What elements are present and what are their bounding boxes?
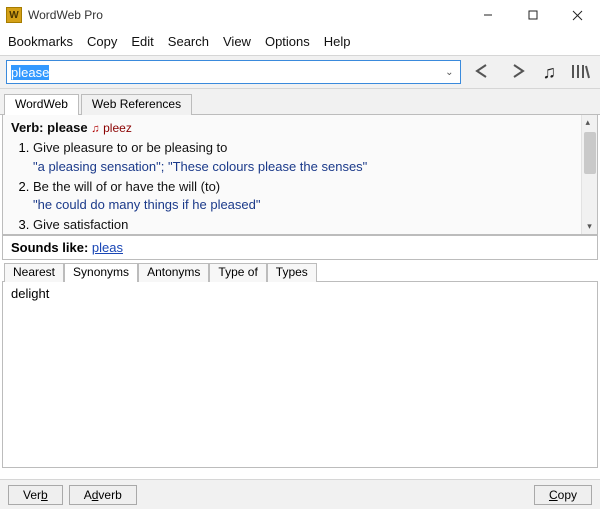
definition-item: Give pleasure to or be pleasing to "a pl…	[33, 139, 589, 175]
tab-synonyms[interactable]: Synonyms	[64, 263, 138, 282]
scroll-down-arrow[interactable]: ▾	[585, 219, 594, 234]
definition-pane: Verb: please ♫ pleez Give pleasure to or…	[2, 115, 598, 235]
audio-icon[interactable]: ♫	[543, 62, 557, 83]
menu-help[interactable]: Help	[324, 34, 351, 49]
menu-bookmarks[interactable]: Bookmarks	[8, 34, 73, 49]
definition-text: Give satisfaction	[33, 217, 128, 232]
tab-wordweb[interactable]: WordWeb	[4, 94, 79, 115]
menu-view[interactable]: View	[223, 34, 251, 49]
maximize-button[interactable]	[510, 0, 555, 30]
library-icon[interactable]	[570, 62, 590, 83]
definition-content: Verb: please ♫ pleez Give pleasure to or…	[3, 115, 597, 235]
definition-item: Give satisfaction "The waiters around he…	[33, 216, 589, 235]
close-button[interactable]	[555, 0, 600, 30]
menu-edit[interactable]: Edit	[131, 34, 153, 49]
menu-options[interactable]: Options	[265, 34, 310, 49]
bottom-bar: Verb Adverb Copy	[0, 479, 600, 509]
related-pane: delight	[2, 282, 598, 468]
definition-list: Give pleasure to or be pleasing to "a pl…	[33, 139, 589, 235]
menu-search[interactable]: Search	[168, 34, 209, 49]
pos-label: Verb:	[11, 120, 44, 135]
toolbar: ⌄ ♫	[0, 55, 600, 89]
nav-icons: ♫	[471, 62, 595, 83]
search-input[interactable]	[7, 63, 439, 82]
window-title: WordWeb Pro	[28, 8, 465, 22]
upper-tabs: WordWeb Web References	[0, 89, 600, 115]
forward-button[interactable]	[507, 62, 529, 83]
minimize-button[interactable]	[465, 0, 510, 30]
scroll-thumb[interactable]	[584, 132, 596, 174]
tab-types[interactable]: Types	[267, 263, 317, 282]
tab-nearest[interactable]: Nearest	[4, 263, 64, 282]
pronunciation-icon[interactable]: ♫	[91, 123, 99, 135]
tab-antonyms[interactable]: Antonyms	[138, 263, 209, 282]
verb-button[interactable]: Verb	[8, 485, 63, 505]
tab-type-of[interactable]: Type of	[209, 263, 266, 282]
copy-button[interactable]: Copy	[534, 485, 592, 505]
headword: please	[47, 120, 87, 135]
titlebar: W WordWeb Pro	[0, 0, 600, 30]
search-field-wrap: ⌄	[6, 60, 461, 84]
menu-copy[interactable]: Copy	[87, 34, 117, 49]
search-dropdown-arrow[interactable]: ⌄	[439, 67, 459, 78]
definition-item: Be the will of or have the will (to) "he…	[33, 178, 589, 214]
app-icon: W	[6, 7, 22, 23]
example-text: "a pleasing sensation"	[33, 159, 161, 174]
example-text: "These colours please the senses"	[168, 159, 367, 174]
adverb-button[interactable]: Adverb	[69, 485, 137, 505]
example-text: "he could do many things if he pleased"	[33, 197, 261, 212]
sounds-like-row: Sounds like: pleas	[2, 235, 598, 260]
definition-text: Give pleasure to or be pleasing to	[33, 140, 227, 155]
definition-text: Be the will of or have the will (to)	[33, 179, 220, 194]
menubar: Bookmarks Copy Edit Search View Options …	[0, 30, 600, 55]
scrollbar[interactable]: ▴ ▾	[581, 115, 597, 234]
pronunciation: pleez	[103, 121, 132, 135]
sounds-like-label: Sounds like:	[11, 240, 88, 255]
lower-tabs: Nearest Synonyms Antonyms Type of Types	[2, 260, 598, 282]
scroll-up-arrow[interactable]: ▴	[584, 115, 596, 130]
tab-web-references[interactable]: Web References	[81, 94, 192, 115]
back-button[interactable]	[471, 62, 493, 83]
sounds-like-link[interactable]: pleas	[92, 240, 123, 255]
synonym-item[interactable]: delight	[11, 286, 589, 301]
